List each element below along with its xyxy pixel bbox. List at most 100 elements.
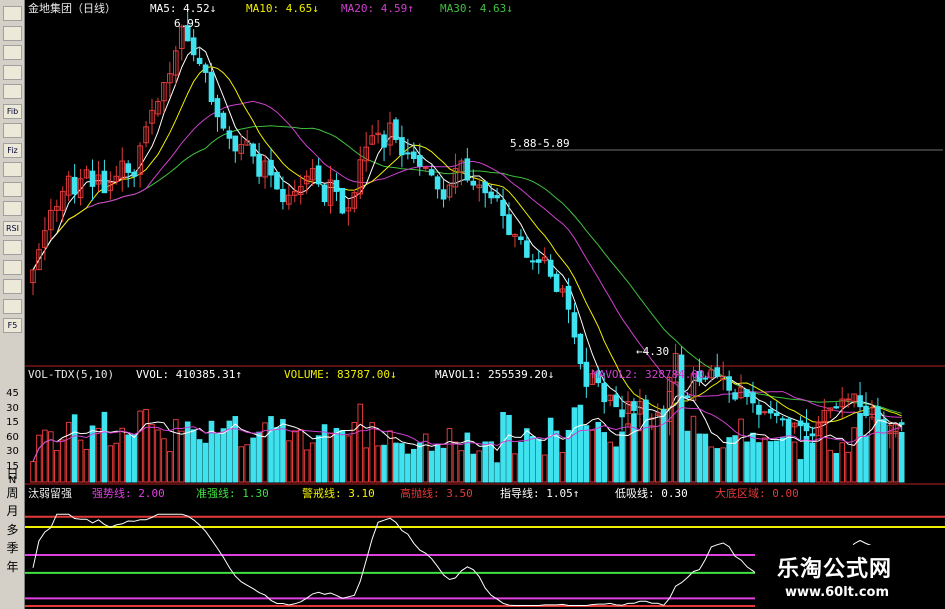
toolbar-fib-button[interactable]: Fib [3, 103, 22, 119]
candle-body [482, 181, 488, 194]
candle-body [726, 376, 732, 391]
period-4-button[interactable]: 季 [2, 540, 23, 556]
candle-body [196, 57, 203, 65]
volume-bar [809, 442, 816, 483]
candle-body [768, 409, 774, 414]
volume-bar [643, 399, 649, 483]
candle-body [898, 422, 905, 425]
volume-bar [250, 437, 256, 483]
candle-body [125, 163, 132, 173]
volume-bar [631, 413, 637, 483]
volume-bar [506, 414, 512, 483]
candle-body [809, 433, 816, 437]
candle-body [797, 420, 804, 427]
candle-body [411, 151, 417, 160]
candle-body [381, 134, 387, 148]
toolbar-icon-11-button[interactable] [3, 201, 22, 216]
indicator-name: 汰弱留强 [28, 487, 72, 500]
candle-body [857, 395, 863, 408]
candle-body [619, 409, 625, 418]
candle-body [256, 153, 262, 177]
volume-bar [494, 462, 500, 483]
volume-bar [530, 435, 536, 483]
candle-body [321, 184, 328, 203]
low-price-label: ←4.30 [636, 345, 670, 358]
toolbar-icon-14-button[interactable] [3, 259, 22, 275]
candle-body [393, 119, 399, 141]
toolbar-icon-16-button[interactable] [3, 298, 22, 314]
volume-bar [184, 421, 191, 483]
period-3-button[interactable]: 多 [2, 522, 23, 538]
volume-bar [863, 435, 869, 483]
candle-body [434, 176, 441, 190]
candle-body [494, 195, 500, 199]
candle-body [803, 422, 810, 432]
toolbar-icon-2-button[interactable] [3, 25, 22, 41]
volume-bar [732, 435, 738, 483]
toolbar-icon-1-button[interactable] [3, 6, 22, 21]
volume-bar [220, 428, 227, 483]
candle-body [530, 260, 536, 263]
volume-bar [619, 431, 625, 483]
mid-price-label: 5.88-5.89 [510, 137, 570, 150]
volume-bar [577, 404, 584, 483]
volume-bar [500, 412, 506, 483]
candle-body [553, 273, 560, 292]
toolbar-f5-button[interactable]: F5 [3, 318, 22, 333]
candle-body [535, 259, 542, 263]
toolbar-icon-3-button[interactable] [3, 45, 22, 60]
volume-bar [595, 421, 602, 483]
volume-bar [744, 441, 750, 483]
volume-bar [803, 435, 810, 483]
candle-body [506, 214, 512, 235]
volume-bar [684, 430, 691, 483]
candle-body [214, 98, 221, 118]
candle-body [571, 312, 578, 338]
volume-value: VOLUME: 83787.00↓ [284, 368, 397, 381]
volume-bar [131, 434, 137, 483]
toolbar-icon-4-button[interactable] [3, 64, 22, 80]
ma30-value: MA30: 4.63↓ [440, 2, 513, 15]
high-price-label: 6.95 [174, 17, 201, 30]
toolbar-icon-10-button[interactable] [3, 181, 22, 197]
volume-bar [857, 412, 863, 483]
volume-bar [196, 439, 203, 483]
volume-bar [547, 417, 554, 483]
toolbar-rsi-button[interactable]: RSI [3, 220, 22, 236]
vol-indicator-name: VOL-TDX(5,10) [28, 368, 115, 381]
volume-bar [881, 432, 887, 483]
watermark-title: 乐淘公式网 [777, 557, 893, 582]
candle-body [500, 199, 506, 216]
toolbar-icon-9-button[interactable] [3, 162, 22, 177]
volume-bar [779, 437, 786, 483]
toolbar-icon-7-button[interactable] [3, 123, 22, 138]
volume-bar [571, 407, 578, 483]
candle-body [464, 158, 471, 181]
toolbar-icon-5-button[interactable] [3, 84, 22, 99]
candle-body [488, 191, 494, 199]
volume-bar [785, 426, 792, 483]
toolbar-icon-13-button[interactable] [3, 240, 22, 255]
volume-bar [321, 424, 328, 483]
volume-bar [488, 441, 494, 483]
candle-body [232, 135, 239, 152]
mavol2-value: MAVOL2: 328784.00↓ [592, 368, 712, 381]
period-2-button[interactable]: 月 [2, 503, 23, 519]
candle-body [250, 143, 256, 157]
candle-body [71, 176, 78, 195]
candle-body [744, 389, 750, 398]
volume-bar [214, 432, 221, 483]
volume-bar [405, 453, 411, 483]
candle-body [190, 37, 197, 56]
toolbar-icon-15-button[interactable] [3, 279, 22, 294]
candle-body [750, 392, 756, 404]
volume-bar [660, 409, 667, 483]
volume-bar [434, 444, 441, 483]
volume-bar [768, 441, 774, 483]
toolbar-fiz-button[interactable]: Fiz [3, 142, 22, 158]
volume-bar [535, 438, 542, 483]
candle-body [208, 71, 215, 103]
period-5-button[interactable]: 年 [2, 559, 23, 575]
candle [220, 110, 227, 131]
chart-area[interactable] [25, 0, 945, 609]
